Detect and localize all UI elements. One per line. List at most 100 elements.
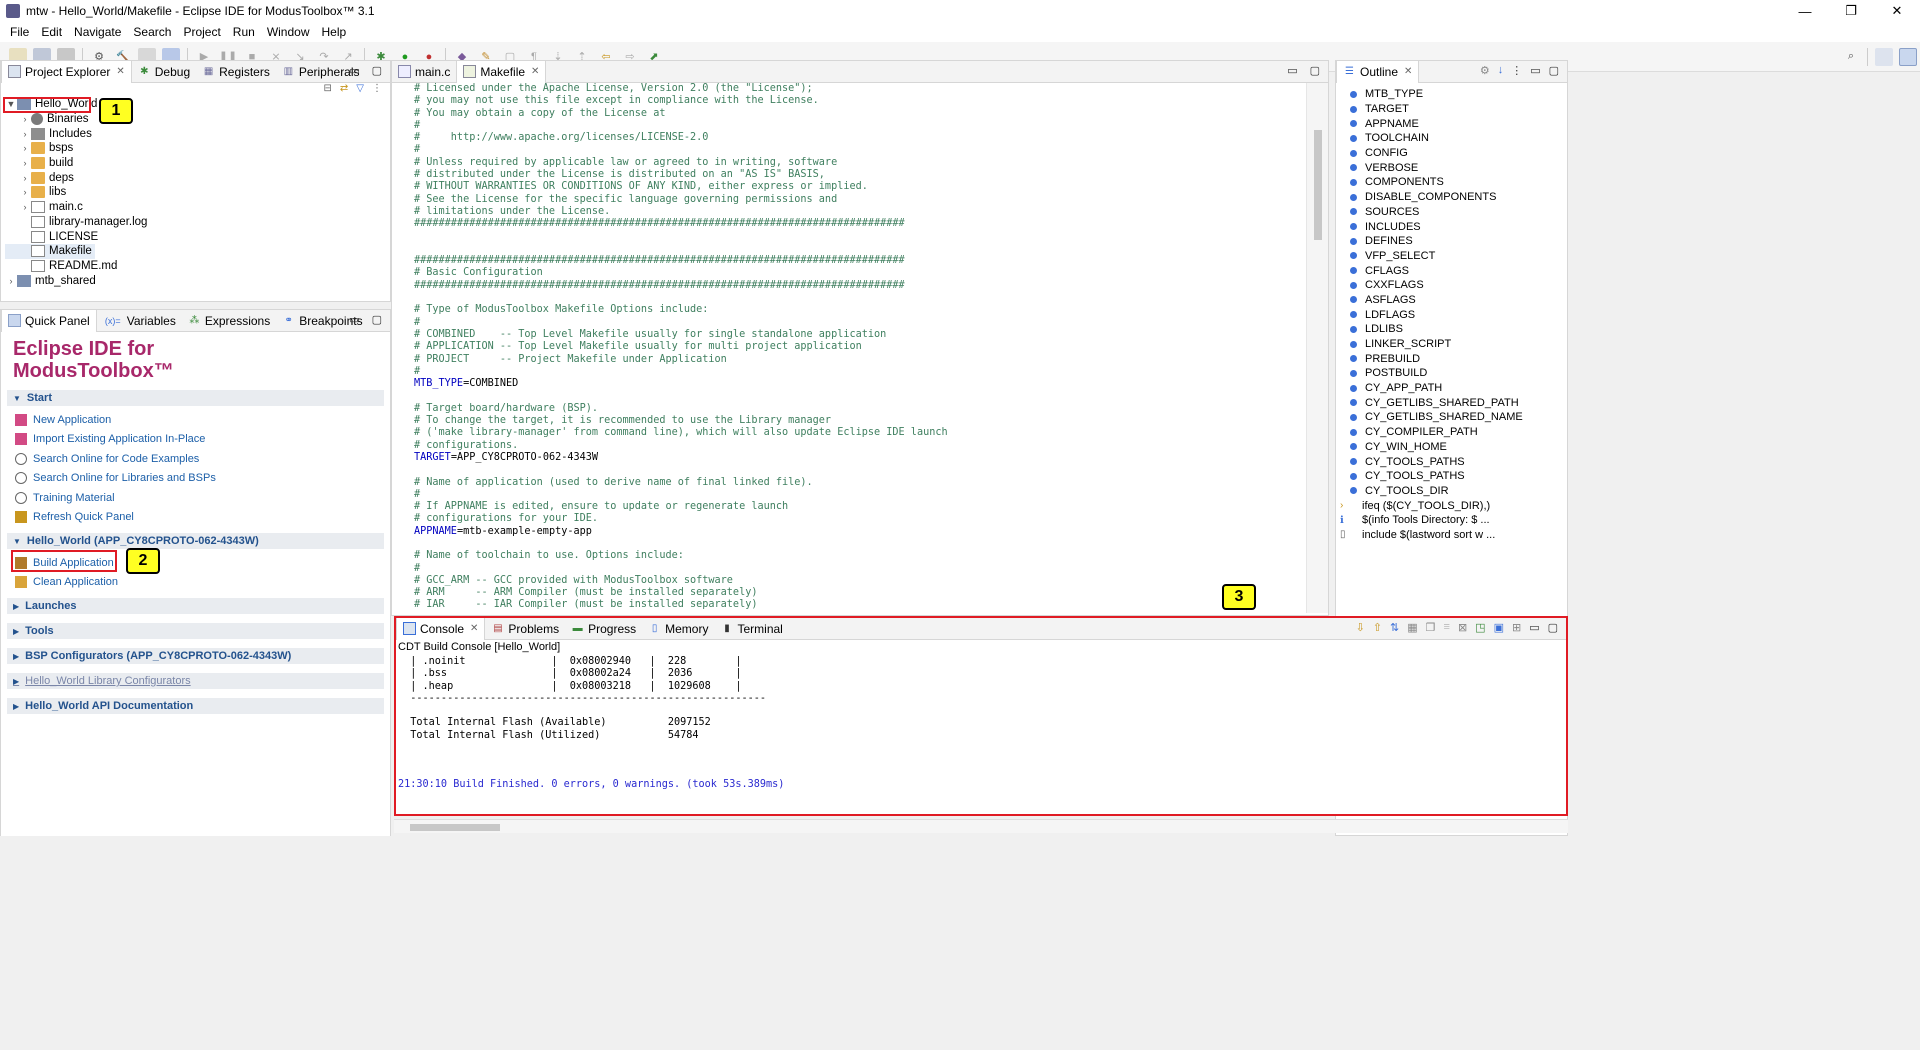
tree-item[interactable]: › deps: [5, 170, 390, 185]
tab-registers[interactable]: ▦ Registers: [196, 61, 276, 83]
chevron-right-icon[interactable]: ▶: [13, 602, 19, 611]
tab-project-explorer[interactable]: Project Explorer ✕: [1, 60, 132, 83]
tree-item[interactable]: › bsps: [5, 141, 390, 156]
chevron-right-icon[interactable]: ▶: [13, 627, 19, 636]
outline-item[interactable]: CY_GETLIBS_SHARED_PATH: [1336, 395, 1567, 410]
chevron-right-icon[interactable]: ▶: [13, 652, 19, 661]
restore-button[interactable]: ❐: [1828, 0, 1874, 22]
close-icon[interactable]: ✕: [116, 66, 124, 77]
menu-navigate[interactable]: Navigate: [68, 25, 127, 39]
outline-item[interactable]: CFLAGS: [1336, 263, 1567, 278]
chevron-right-icon[interactable]: ›: [19, 187, 31, 197]
outline-item[interactable]: TARGET: [1336, 102, 1567, 117]
outline-item[interactable]: VFP_SELECT: [1336, 249, 1567, 264]
outline-item[interactable]: CY_GETLIBS_SHARED_NAME: [1336, 410, 1567, 425]
editor-scrollbar[interactable]: [1306, 83, 1328, 613]
outline-item[interactable]: CY_TOOLS_PATHS: [1336, 469, 1567, 484]
maximize-icon[interactable]: ▢: [1310, 64, 1320, 77]
tab-quick-panel[interactable]: Quick Panel: [1, 309, 97, 332]
menu-window[interactable]: Window: [261, 25, 316, 39]
minimize-button[interactable]: —: [1782, 0, 1828, 22]
outline-item[interactable]: DEFINES: [1336, 234, 1567, 249]
quick-panel-link[interactable]: Training Material: [1, 488, 390, 508]
outline-item[interactable]: LDFLAGS: [1336, 307, 1567, 322]
minimize-icon[interactable]: ▭: [1530, 64, 1540, 77]
collapse-all-icon[interactable]: ⊟: [324, 83, 332, 97]
chevron-right-icon[interactable]: ›: [19, 202, 31, 212]
code-area[interactable]: # Licensed under the Apache License, Ver…: [392, 83, 1307, 609]
outline-item[interactable]: APPNAME: [1336, 116, 1567, 131]
open-console-icon[interactable]: ◳: [1475, 621, 1485, 634]
chevron-down-icon[interactable]: ▼: [13, 537, 21, 546]
tab-memory[interactable]: ▯ Memory: [642, 618, 714, 640]
outline-item[interactable]: CONFIG: [1336, 146, 1567, 161]
sort-icon[interactable]: ↓: [1498, 64, 1504, 77]
outline-item[interactable]: › ifeq ($(CY_TOOLS_DIR),): [1336, 498, 1567, 513]
close-icon[interactable]: ✕: [531, 66, 539, 77]
outline-item[interactable]: ℹ $(info Tools Directory: $ ...: [1336, 513, 1567, 528]
outline-item[interactable]: CY_APP_PATH: [1336, 381, 1567, 396]
open-perspective-icon[interactable]: [1875, 47, 1893, 66]
quick-panel-link[interactable]: New Application: [1, 410, 390, 430]
new-console-icon[interactable]: ⊞: [1512, 621, 1521, 634]
outline-item[interactable]: CY_COMPILER_PATH: [1336, 425, 1567, 440]
outline-item[interactable]: COMPONENTS: [1336, 175, 1567, 190]
clear-icon[interactable]: ≡: [1444, 621, 1450, 634]
quick-panel-link[interactable]: Refresh Quick Panel: [1, 508, 390, 528]
copy-icon[interactable]: ❐: [1426, 621, 1436, 634]
outline-item[interactable]: POSTBUILD: [1336, 366, 1567, 381]
tab-terminal[interactable]: ▮ Terminal: [714, 618, 788, 640]
outline-item[interactable]: CY_TOOLS_PATHS: [1336, 454, 1567, 469]
minimize-icon[interactable]: ▭: [1529, 621, 1539, 634]
scroll-lock-icon[interactable]: ⇅: [1390, 621, 1399, 634]
scrollbar-thumb[interactable]: [410, 824, 500, 831]
chevron-right-icon[interactable]: ▶: [13, 702, 19, 711]
tab-variables[interactable]: (x)= Variables: [97, 310, 182, 332]
chevron-down-icon[interactable]: ▼: [13, 394, 21, 403]
quick-panel-section[interactable]: ▶ Hello_World Library Configurators: [7, 673, 384, 689]
outline-item[interactable]: PREBUILD: [1336, 351, 1567, 366]
menu-file[interactable]: File: [4, 25, 35, 39]
outline-item[interactable]: CXXFLAGS: [1336, 278, 1567, 293]
outline-item[interactable]: INCLUDES: [1336, 219, 1567, 234]
maximize-icon[interactable]: ▢: [372, 313, 382, 326]
menu-help[interactable]: Help: [316, 25, 353, 39]
pin-console-icon[interactable]: ▦: [1407, 621, 1417, 634]
menu-edit[interactable]: Edit: [35, 25, 68, 39]
outline-item[interactable]: CY_WIN_HOME: [1336, 440, 1567, 455]
chevron-right-icon[interactable]: ›: [19, 143, 31, 153]
close-button[interactable]: ✕: [1874, 0, 1920, 22]
minimize-icon[interactable]: ▭: [1287, 64, 1297, 77]
maximize-icon[interactable]: ▢: [1549, 64, 1559, 77]
quick-panel-link[interactable]: Search Online for Libraries and BSPs: [1, 469, 390, 489]
outline-item[interactable]: ASFLAGS: [1336, 293, 1567, 308]
tree-item[interactable]: Makefile: [5, 243, 95, 259]
menu-search[interactable]: Search: [127, 25, 177, 39]
view-menu-icon[interactable]: ⋮: [1511, 64, 1522, 77]
outline-item[interactable]: MTB_TYPE: [1336, 87, 1567, 102]
menu-project[interactable]: Project: [177, 25, 226, 39]
filter-icon[interactable]: ▽: [356, 83, 364, 97]
outline-item[interactable]: LDLIBS: [1336, 322, 1567, 337]
tree-item[interactable]: › Binaries: [5, 112, 390, 127]
outline-item[interactable]: CY_TOOLS_DIR: [1336, 484, 1567, 499]
scroll-down-icon[interactable]: ⇩: [1356, 621, 1365, 634]
maximize-icon[interactable]: ▢: [372, 64, 382, 77]
chevron-right-icon[interactable]: ›: [5, 276, 17, 286]
outline-item[interactable]: LINKER_SCRIPT: [1336, 337, 1567, 352]
outline-item[interactable]: SOURCES: [1336, 205, 1567, 220]
quick-panel-section[interactable]: ▶ Launches: [7, 598, 384, 614]
outline-item[interactable]: VERBOSE: [1336, 160, 1567, 175]
display-console-icon[interactable]: ▣: [1494, 621, 1504, 634]
quick-panel-section[interactable]: ▶ Hello_World API Documentation: [7, 698, 384, 714]
tree-item[interactable]: › mtb_shared: [5, 273, 390, 288]
outline-item[interactable]: DISABLE_COMPONENTS: [1336, 190, 1567, 205]
chevron-right-icon[interactable]: ▶: [13, 677, 19, 686]
quick-panel-link[interactable]: Search Online for Code Examples: [1, 449, 390, 469]
tree-item[interactable]: › build: [5, 156, 390, 171]
chevron-right-icon[interactable]: ›: [19, 114, 31, 124]
quick-panel-section[interactable]: ▼ Hello_World (APP_CY8CPROTO-062-4343W): [7, 533, 384, 549]
tab-problems[interactable]: ▤ Problems: [485, 618, 565, 640]
tab-expressions[interactable]: ⁂ Expressions: [182, 310, 276, 332]
link-with-editor-icon[interactable]: ⇄: [340, 83, 348, 97]
